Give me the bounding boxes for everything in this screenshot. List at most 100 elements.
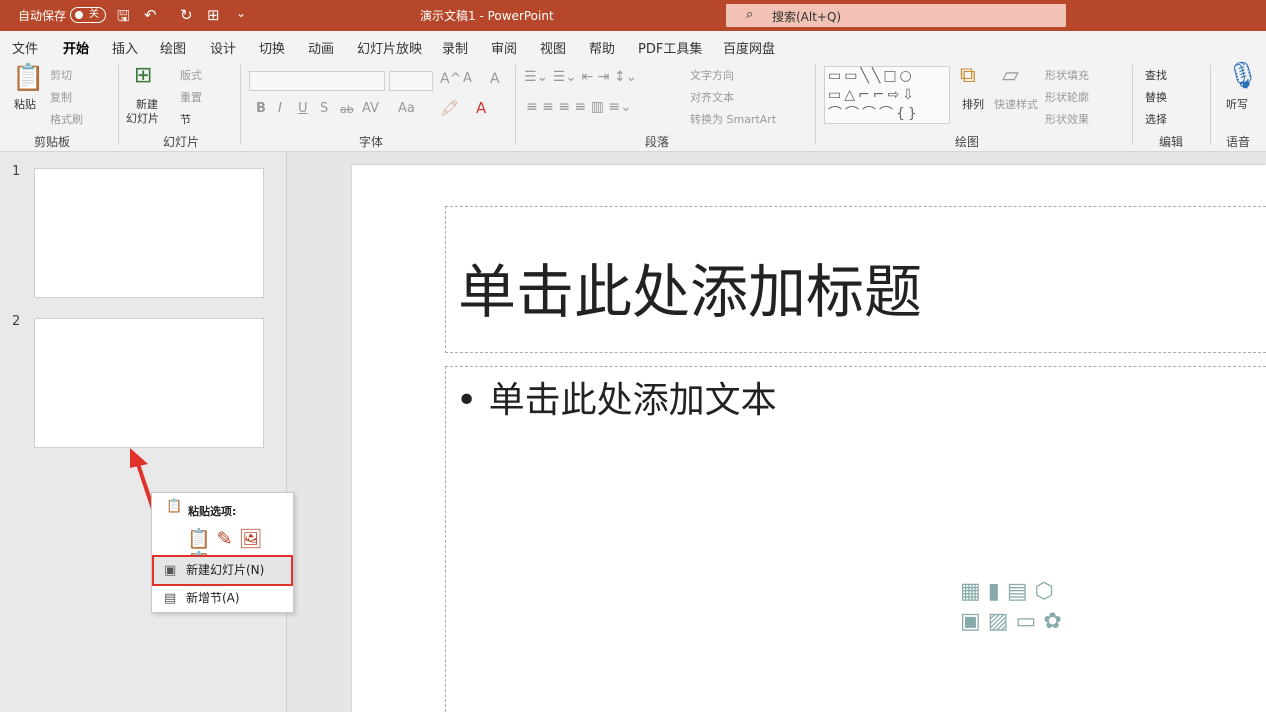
new-slide-menu-item[interactable]: ▣ 新建幻灯片(N) bbox=[152, 555, 293, 586]
microphone-icon[interactable]: 🎙 bbox=[1226, 61, 1259, 91]
quick-styles-icon[interactable]: ▱ bbox=[1002, 63, 1019, 88]
arrange-button[interactable]: 排列 bbox=[962, 96, 984, 112]
text-direction-button[interactable]: 文字方向 bbox=[690, 67, 734, 83]
ribbon: 📋 粘贴 剪切 复制 格式刷 剪贴板 ⊞ 新建 幻灯片 版式 重置 节 幻灯片 … bbox=[0, 59, 1266, 152]
tab-pdf-tools[interactable]: PDF工具集 bbox=[638, 38, 702, 57]
slide-number: 2 bbox=[12, 314, 21, 329]
change-case-button[interactable]: Aa bbox=[398, 101, 415, 116]
separator bbox=[1210, 65, 1211, 145]
separator bbox=[118, 65, 119, 145]
slide-thumbnail[interactable] bbox=[34, 318, 264, 448]
tab-file[interactable]: 文件 bbox=[12, 38, 38, 57]
slides-group-label: 幻灯片 bbox=[163, 135, 200, 149]
grow-font-button[interactable]: A^ bbox=[440, 71, 461, 87]
font-group-label: 字体 bbox=[359, 135, 384, 149]
clear-format-button[interactable]: A bbox=[490, 71, 500, 87]
title-placeholder-text: 单击此处添加标题 bbox=[458, 258, 923, 326]
arrange-icon[interactable]: ⧉ bbox=[960, 63, 976, 88]
separator bbox=[1132, 65, 1133, 145]
body-placeholder[interactable]: • 单击此处添加文本 bbox=[445, 366, 1266, 712]
undo-icon[interactable]: ↶ bbox=[144, 6, 157, 24]
tab-insert[interactable]: 插入 bbox=[112, 38, 138, 57]
tab-design[interactable]: 设计 bbox=[210, 38, 236, 57]
copy-button[interactable]: 复制 bbox=[50, 89, 72, 105]
shrink-font-button[interactable]: A bbox=[463, 71, 472, 86]
shapes-gallery[interactable]: ▭▭╲╲□○ ▭△⌐⌐⇨⇩ ⌒⌒⌒⌒{} bbox=[824, 66, 950, 124]
search-box[interactable]: ⌕ 搜索(Alt+Q) bbox=[726, 4, 1066, 27]
separator bbox=[240, 65, 241, 145]
shape-fill-button[interactable]: 形状填充 bbox=[1045, 67, 1089, 83]
tab-slideshow[interactable]: 幻灯片放映 bbox=[357, 38, 422, 57]
new-section-menu-item[interactable]: ▤ 新增节(A) bbox=[154, 585, 291, 612]
customize-toolbar-icon[interactable]: ⌄ bbox=[236, 6, 246, 20]
separator bbox=[515, 65, 516, 145]
drawing-group-label: 绘图 bbox=[955, 135, 980, 149]
bullets-icon[interactable]: ☰⌄ ☰⌄ ⇤ ⇥ ↕⌄ bbox=[524, 69, 637, 85]
font-color-icon[interactable]: A bbox=[476, 99, 486, 117]
tab-baidu-netdisk[interactable]: 百度网盘 bbox=[723, 38, 775, 57]
title-placeholder[interactable]: 单击此处添加标题 bbox=[445, 206, 1266, 353]
shape-outline-button[interactable]: 形状轮廓 bbox=[1045, 89, 1089, 105]
reset-button[interactable]: 重置 bbox=[180, 89, 202, 105]
tab-review[interactable]: 审阅 bbox=[491, 38, 517, 57]
search-icon: ⌕ bbox=[746, 7, 754, 22]
font-name-combo[interactable] bbox=[249, 71, 385, 91]
tab-transitions[interactable]: 切换 bbox=[259, 38, 285, 57]
paste-button[interactable]: 粘贴 bbox=[14, 96, 36, 112]
save-icon[interactable]: 🖫 bbox=[117, 6, 130, 31]
tab-draw[interactable]: 绘图 bbox=[160, 38, 186, 57]
new-section-icon: ▤ bbox=[164, 591, 177, 606]
layout-button[interactable]: 版式 bbox=[180, 67, 202, 83]
convert-smartart-button[interactable]: 转换为 SmartArt bbox=[690, 111, 776, 127]
paste-icon[interactable]: 📋 bbox=[12, 63, 44, 93]
find-button[interactable]: 查找 bbox=[1145, 67, 1167, 83]
slide-number: 1 bbox=[12, 164, 21, 179]
voice-group-label: 语音 bbox=[1226, 135, 1251, 149]
strikethrough-button[interactable]: ab bbox=[340, 103, 354, 116]
shape-effects-button[interactable]: 形状效果 bbox=[1045, 111, 1089, 127]
autosave-toggle[interactable]: 关 bbox=[70, 7, 106, 23]
italic-button[interactable]: I bbox=[278, 101, 282, 116]
document-title: 演示文稿1 - PowerPoint bbox=[420, 9, 554, 23]
autosave-label: 自动保存 bbox=[18, 9, 67, 23]
paste-options-icon: 📋 bbox=[166, 499, 183, 514]
new-slide-label: 新建幻灯片(N) bbox=[186, 563, 265, 577]
body-placeholder-text: • 单击此处添加文本 bbox=[456, 380, 777, 421]
new-slide-button-line2[interactable]: 幻灯片 bbox=[126, 110, 159, 126]
redo-icon[interactable]: ↻ bbox=[180, 6, 193, 24]
tab-help[interactable]: 帮助 bbox=[589, 38, 615, 57]
shadow-button[interactable]: S bbox=[320, 101, 328, 116]
dictate-button[interactable]: 听写 bbox=[1226, 96, 1248, 112]
select-button[interactable]: 选择 bbox=[1145, 111, 1167, 127]
paragraph-group-label: 段落 bbox=[645, 135, 670, 149]
section-button[interactable]: 节 bbox=[180, 111, 191, 127]
new-slide-icon[interactable]: ⊞ bbox=[134, 63, 152, 88]
replace-button[interactable]: 替换 bbox=[1145, 89, 1167, 105]
underline-button[interactable]: U bbox=[298, 101, 308, 116]
search-placeholder: 搜索(Alt+Q) bbox=[772, 10, 842, 24]
title-bar: 自动保存 关 🖫 ↶ ↻ ⊞ ⌄ 演示文稿1 - PowerPoint ⌕ 搜索… bbox=[0, 0, 1266, 31]
presentation-icon[interactable]: ⊞ bbox=[207, 6, 220, 24]
separator bbox=[815, 65, 816, 145]
tab-animations[interactable]: 动画 bbox=[308, 38, 334, 57]
editing-group-label: 编辑 bbox=[1159, 135, 1184, 149]
align-text-button[interactable]: 对齐文本 bbox=[690, 89, 734, 105]
new-section-label: 新增节(A) bbox=[186, 591, 240, 605]
tab-record[interactable]: 录制 bbox=[442, 38, 468, 57]
paste-options-header: 粘贴选项: bbox=[188, 505, 237, 518]
tab-home[interactable]: 开始 bbox=[63, 38, 90, 62]
format-painter-button[interactable]: 格式刷 bbox=[50, 111, 83, 127]
highlight-color-icon[interactable]: 🖍 bbox=[440, 99, 459, 117]
char-spacing-button[interactable]: AV bbox=[362, 101, 379, 116]
tab-view[interactable]: 视图 bbox=[540, 38, 566, 57]
align-icons[interactable]: ≡ ≡ ≡ ≡ ▥ ≡⌄ bbox=[526, 99, 632, 115]
font-size-combo[interactable] bbox=[389, 71, 433, 91]
ribbon-tabs: 文件 开始 插入 绘图 设计 切换 动画 幻灯片放映 录制 审阅 视图 帮助 P… bbox=[0, 31, 1266, 62]
new-slide-icon: ▣ bbox=[164, 563, 177, 578]
cut-button[interactable]: 剪切 bbox=[50, 67, 72, 83]
insert-content-icons[interactable]: ▦ ▮ ▤ ⬡ ▣ ▨ ▭ ✿ bbox=[960, 577, 1090, 639]
quick-styles-button[interactable]: 快速样式 bbox=[994, 96, 1038, 112]
bold-button[interactable]: B bbox=[256, 101, 266, 116]
slide-thumbnail[interactable] bbox=[34, 168, 264, 298]
slide-thumbnail-panel: 1 2 bbox=[0, 152, 287, 712]
